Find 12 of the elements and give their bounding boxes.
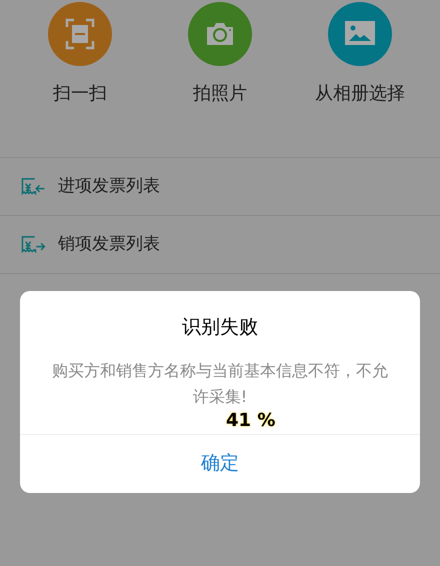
scan-icon (65, 18, 95, 50)
menu-item[interactable]: 进项发票列表 (0, 158, 440, 216)
dialog-title: 识别失败 (182, 315, 258, 340)
camera-icon (205, 21, 235, 47)
menu-item[interactable]: 销项发票列表 (0, 216, 440, 274)
action-button[interactable]: 从相册选择 (290, 2, 430, 107)
progress-label: 41 % (226, 411, 276, 431)
confirm-button[interactable]: 确定 (20, 434, 420, 492)
action-button[interactable]: 扫一扫 (10, 2, 150, 107)
action-button[interactable]: 拍照片 (150, 2, 290, 107)
dialog-message: 购买方和销售方名称与当前基本信息不符，不允许采集! (51, 360, 389, 408)
image-icon (344, 20, 376, 48)
